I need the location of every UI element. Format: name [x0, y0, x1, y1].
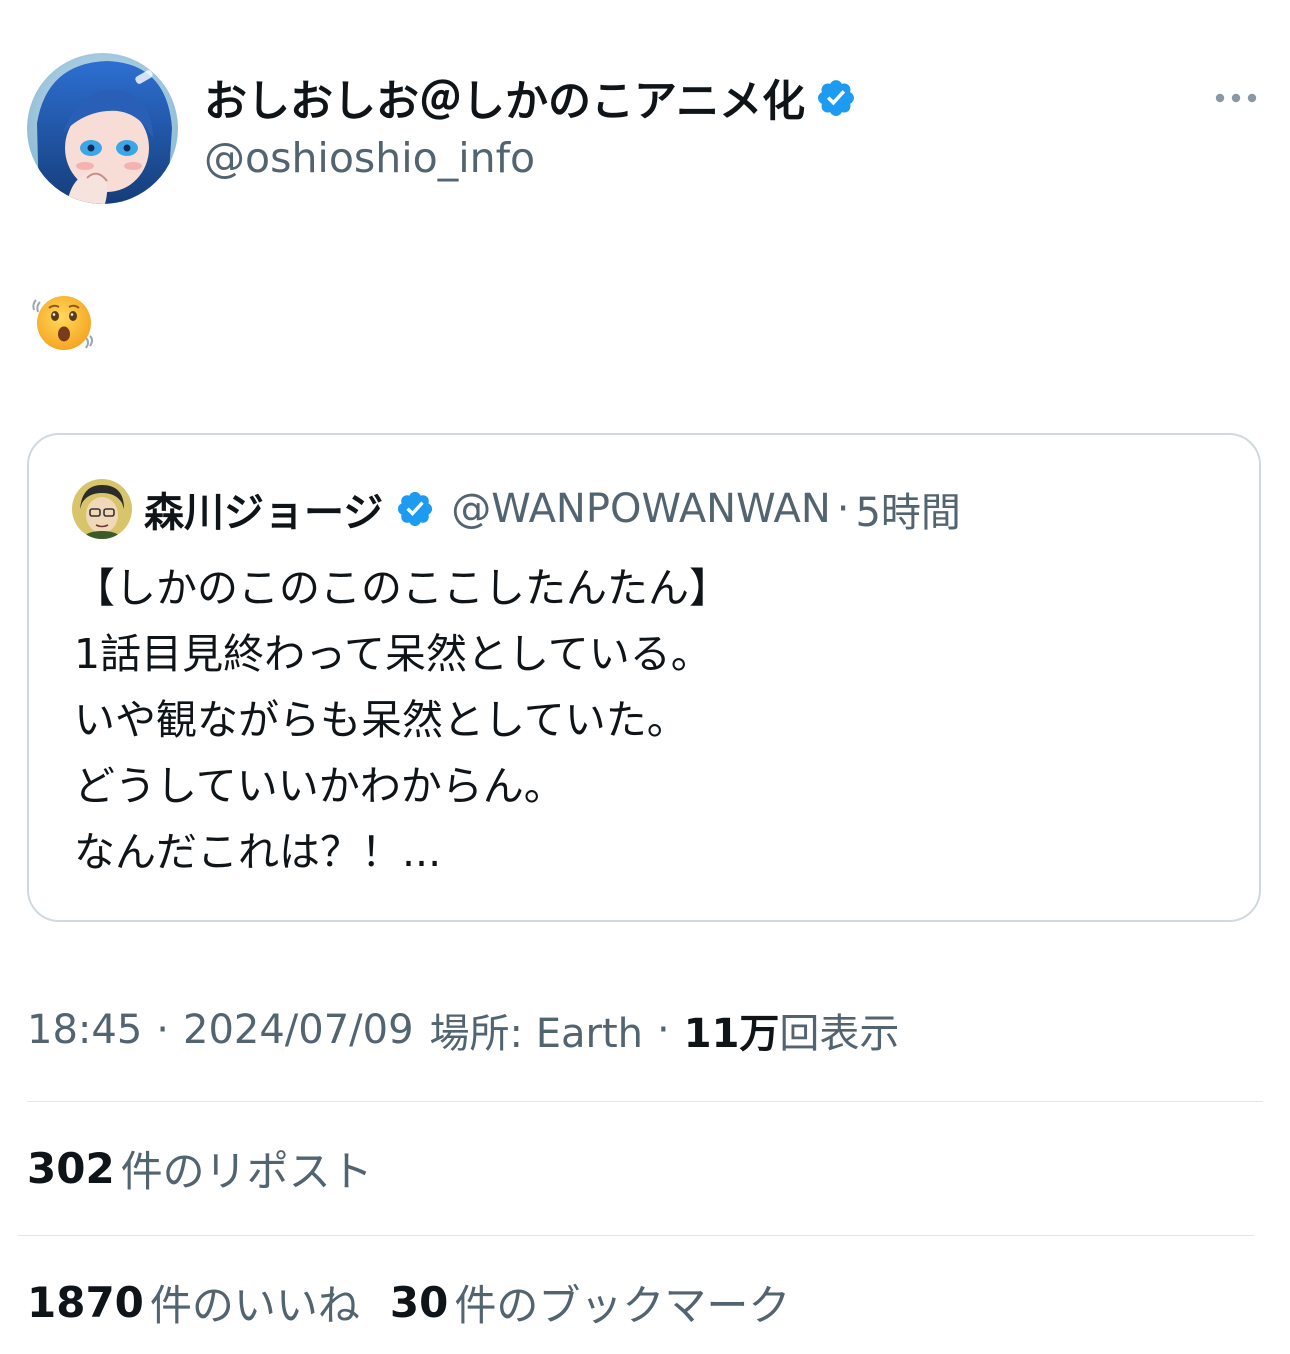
post-meta: 18:45 · 2024/07/09 場所: Earth · 11万 回表示: [27, 1000, 899, 1060]
bookmarks-stat[interactable]: 30 件のブックマーク: [390, 1272, 790, 1333]
quoted-text-line: 1話目見終わって呆然としている。: [74, 630, 712, 678]
likes-label: 件のいいね: [149, 1280, 360, 1330]
likes-stat[interactable]: 1870 件のいいね: [27, 1272, 360, 1333]
quoted-author-name[interactable]: 森川ジョージ: [144, 480, 383, 538]
manga-avatar-icon: [72, 479, 132, 539]
divider: [18, 1235, 1254, 1236]
engagement-stats: 1870 件のいいね 30 件のブックマーク: [27, 1270, 790, 1334]
quoted-post-card[interactable]: 森川ジョージ @WANPOWANWAN · 5時間 【しかのこのこのここしたんた…: [27, 433, 1261, 922]
reposts-stat[interactable]: 302 件のリポスト: [27, 1136, 373, 1200]
post-date[interactable]: 2024/07/09: [183, 1007, 414, 1053]
quoted-post-text: 【しかのこのこのここしたんたん】 1話目見終わって呆然としている。 いや観ながら…: [74, 555, 1224, 885]
verified-badge-icon: [398, 491, 433, 527]
quoted-post-time[interactable]: 5時間: [855, 480, 960, 538]
quoted-text-line: なんだこれは？！...: [74, 828, 442, 876]
author-handle[interactable]: @oshioshio_info: [204, 134, 535, 182]
author-display-name[interactable]: おしおしお＠しかのこアニメ化: [204, 67, 805, 129]
meta-separator: ·: [156, 1007, 169, 1053]
verified-badge-icon: [818, 80, 855, 116]
author-avatar[interactable]: [27, 53, 178, 204]
views-label: 回表示: [779, 1011, 900, 1057]
author-name-row[interactable]: おしおしお＠しかのこアニメ化: [204, 68, 857, 128]
quoted-text-line: 【しかのこのこのここしたんたん】: [74, 564, 730, 612]
quoted-post-header: 森川ジョージ @WANPOWANWAN · 5時間: [144, 479, 961, 539]
likes-count: 1870: [27, 1277, 144, 1327]
quoted-text-line: どうしていいかわからん。: [74, 762, 565, 810]
anime-avatar-icon: [27, 53, 178, 204]
quoted-author-handle[interactable]: @WANPOWANWAN: [451, 486, 831, 532]
reposts-count: 302: [27, 1143, 115, 1193]
post-location: 場所: Earth: [429, 1011, 644, 1057]
bookmarks-label: 件のブックマーク: [454, 1280, 791, 1330]
divider: [27, 1101, 1263, 1102]
post-time[interactable]: 18:45: [27, 1007, 142, 1053]
quoted-header-separator: ·: [836, 486, 850, 532]
astonished-face-emoji-icon: [32, 296, 93, 350]
more-horizontal-icon[interactable]: [1212, 86, 1260, 110]
reposts-label: 件のリポスト: [120, 1146, 373, 1196]
quoted-text-line: いや観ながらも呆然としていた。: [74, 696, 688, 744]
quoted-author-avatar[interactable]: [72, 479, 132, 539]
views-count: 11万: [683, 1011, 780, 1057]
meta-separator: ·: [657, 1007, 670, 1053]
bookmarks-count: 30: [389, 1277, 449, 1327]
